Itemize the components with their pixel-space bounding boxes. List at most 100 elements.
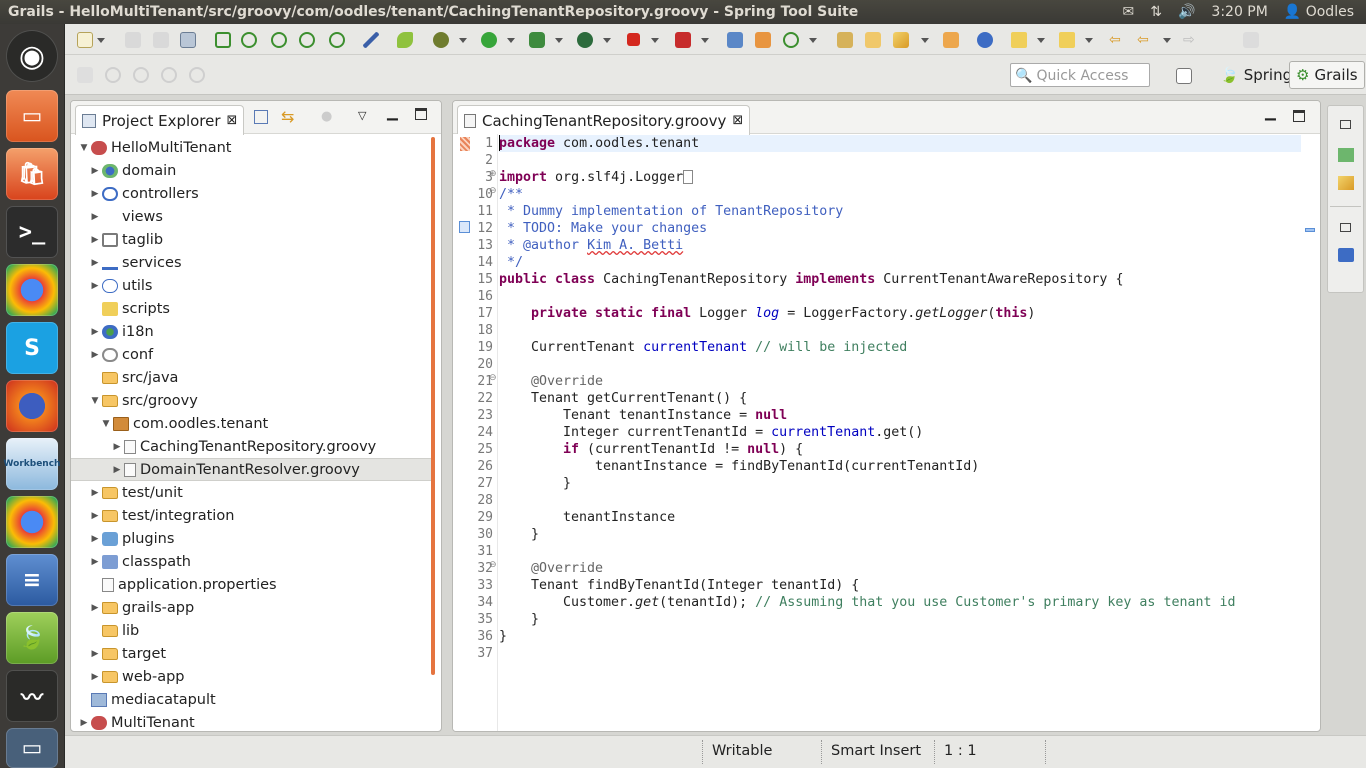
open-folder-icon[interactable] — [865, 32, 881, 48]
tree-item[interactable]: scripts — [71, 297, 433, 320]
run-icon[interactable] — [481, 32, 497, 48]
tree-item[interactable]: ▶ classpath — [71, 550, 433, 573]
launch-dropdown-icon[interactable] — [701, 38, 709, 43]
refresh-dependencies-icon[interactable] — [241, 32, 257, 48]
tree-item[interactable]: ▶ MultiTenant — [71, 711, 433, 731]
last-edit-icon[interactable]: ⇦ — [1109, 32, 1125, 48]
text-editor-icon[interactable]: ≡ — [6, 554, 58, 606]
tree-item[interactable]: ▶ controllers — [71, 182, 433, 205]
new-class-icon[interactable] — [727, 32, 743, 48]
debug-dropdown-icon[interactable] — [459, 38, 467, 43]
test-app-icon[interactable] — [299, 32, 315, 48]
collapsed-arrow-icon[interactable]: ▶ — [90, 281, 100, 291]
collapsed-arrow-icon[interactable]: ▶ — [90, 672, 100, 682]
perspective-grails[interactable]: ⚙ Grails — [1289, 61, 1365, 89]
refresh-icon[interactable] — [783, 32, 799, 48]
overview-ruler[interactable] — [1305, 135, 1317, 725]
next-annotation-dropdown-icon[interactable] — [1037, 38, 1045, 43]
collapsed-arrow-icon[interactable]: ▶ — [90, 350, 100, 360]
console-view-icon[interactable] — [1338, 248, 1354, 262]
chrome-icon-2[interactable] — [6, 496, 58, 548]
collapse-all-icon[interactable] — [254, 110, 268, 124]
tree-item[interactable]: ▶ grails-app — [71, 596, 433, 619]
software-center-icon[interactable]: 🛍 — [6, 148, 58, 200]
chrome-icon[interactable] — [6, 264, 58, 316]
run-dropdown-icon[interactable] — [507, 38, 515, 43]
collapsed-arrow-icon[interactable]: ▶ — [90, 166, 100, 176]
wand-icon[interactable] — [893, 32, 909, 48]
pin-icon[interactable] — [363, 32, 379, 48]
tree-item[interactable]: ▶ test/unit — [71, 481, 433, 504]
volume-icon[interactable]: 🔊 — [1178, 4, 1195, 20]
tree-item[interactable]: ▶ test/integration — [71, 504, 433, 527]
collapse-fold-icon[interactable]: ⊖ — [489, 186, 497, 196]
tree-item[interactable]: ▼ HelloMultiTenant — [71, 136, 433, 159]
collapse-fold-icon[interactable]: ⊖ — [489, 373, 497, 383]
terminal-icon[interactable]: >_ — [6, 206, 58, 258]
hierarchy-icon[interactable] — [755, 32, 771, 48]
collapsed-arrow-icon[interactable]: ▶ — [90, 649, 100, 659]
close-icon[interactable]: ⊠ — [227, 113, 238, 128]
collapsed-arrow-icon[interactable]: ▶ — [90, 258, 100, 268]
collapsed-arrow-icon[interactable]: ▶ — [90, 511, 100, 521]
tree-item[interactable]: mediacatapult — [71, 688, 433, 711]
close-icon[interactable]: ⊠ — [732, 113, 743, 128]
open-type-icon[interactable] — [837, 32, 853, 48]
new-dropdown-icon[interactable] — [97, 38, 105, 43]
code-area[interactable]: package com.oodles.tenant import org.slf… — [499, 134, 1319, 731]
expanded-arrow-icon[interactable]: ▼ — [79, 143, 89, 153]
tree-item[interactable]: ▼ com.oodles.tenant — [71, 412, 433, 435]
system-monitor-icon[interactable]: 〰 — [6, 670, 58, 722]
next-annotation-icon[interactable] — [1011, 32, 1027, 48]
prev-annotation-dropdown-icon[interactable] — [1085, 38, 1093, 43]
tree-item[interactable]: ▶ CachingTenantRepository.groovy — [71, 435, 433, 458]
tree-item[interactable]: ▼ src/groovy — [71, 389, 433, 412]
servers-view-icon[interactable] — [1338, 148, 1354, 162]
tree-item[interactable]: lib — [71, 619, 433, 642]
open-perspective-icon[interactable] — [1176, 68, 1192, 84]
mysql-workbench-icon[interactable]: Workbench — [4, 438, 60, 490]
print-icon[interactable] — [180, 32, 196, 48]
server-dropdown-icon[interactable] — [603, 38, 611, 43]
maximize-icon[interactable] — [1293, 110, 1305, 122]
tree-item[interactable]: ▶ DomainTenantResolver.groovy — [71, 458, 433, 481]
back-dropdown-icon[interactable] — [1163, 38, 1171, 43]
collapsed-arrow-icon[interactable]: ▶ — [90, 212, 100, 222]
tree-item[interactable]: ▶ domain — [71, 159, 433, 182]
workspace-switcher-icon[interactable]: ▭ — [6, 728, 58, 768]
maximize-icon[interactable] — [415, 108, 427, 120]
tab-project-explorer[interactable]: Project Explorer ⊠ — [75, 105, 245, 135]
tree-item[interactable]: ▶ target — [71, 642, 433, 665]
collapsed-arrow-icon[interactable]: ▶ — [79, 718, 89, 728]
run-app-icon[interactable] — [271, 32, 287, 48]
tree-item[interactable]: ▶ plugins — [71, 527, 433, 550]
spring-tool-suite-icon[interactable]: 🍃 — [6, 612, 58, 664]
stop-icon[interactable] — [627, 33, 640, 46]
restore-icon-2[interactable] — [1340, 223, 1351, 232]
skype-icon[interactable]: S — [6, 322, 58, 374]
tree-item[interactable]: ▶ taglib — [71, 228, 433, 251]
expanded-arrow-icon[interactable]: ▼ — [90, 396, 100, 406]
external-dropdown-icon[interactable] — [555, 38, 563, 43]
collapsed-arrow-icon[interactable]: ▶ — [90, 189, 100, 199]
grails-command-icon[interactable] — [215, 32, 231, 48]
prev-annotation-icon[interactable] — [1059, 32, 1075, 48]
collapsed-arrow-icon[interactable]: ▶ — [90, 557, 100, 567]
tree-item[interactable]: ▶ views — [71, 205, 433, 228]
task-icon[interactable] — [459, 221, 470, 233]
link-with-editor-icon[interactable]: ⇆ — [281, 107, 294, 126]
collapsed-arrow-icon[interactable]: ▶ — [112, 465, 122, 475]
minimize-icon[interactable]: ▁ — [387, 105, 398, 121]
new-icon[interactable] — [77, 32, 93, 48]
dash-home-icon[interactable]: ◉ — [6, 30, 58, 82]
perspective-spring[interactable]: 🍃 Spring — [1213, 61, 1299, 89]
explorer-scrollbar[interactable] — [431, 137, 435, 675]
server-icon[interactable] — [577, 32, 593, 48]
tree-item[interactable]: ▶ utils — [71, 274, 433, 297]
collapsed-arrow-icon[interactable]: ▶ — [90, 534, 100, 544]
tree-item[interactable]: application.properties — [71, 573, 433, 596]
tree-item[interactable]: src/java — [71, 366, 433, 389]
restore-icon[interactable] — [1340, 120, 1351, 129]
network-icon[interactable]: ⇅ — [1150, 4, 1162, 20]
user-menu[interactable]: 👤 Oodles — [1284, 4, 1354, 20]
